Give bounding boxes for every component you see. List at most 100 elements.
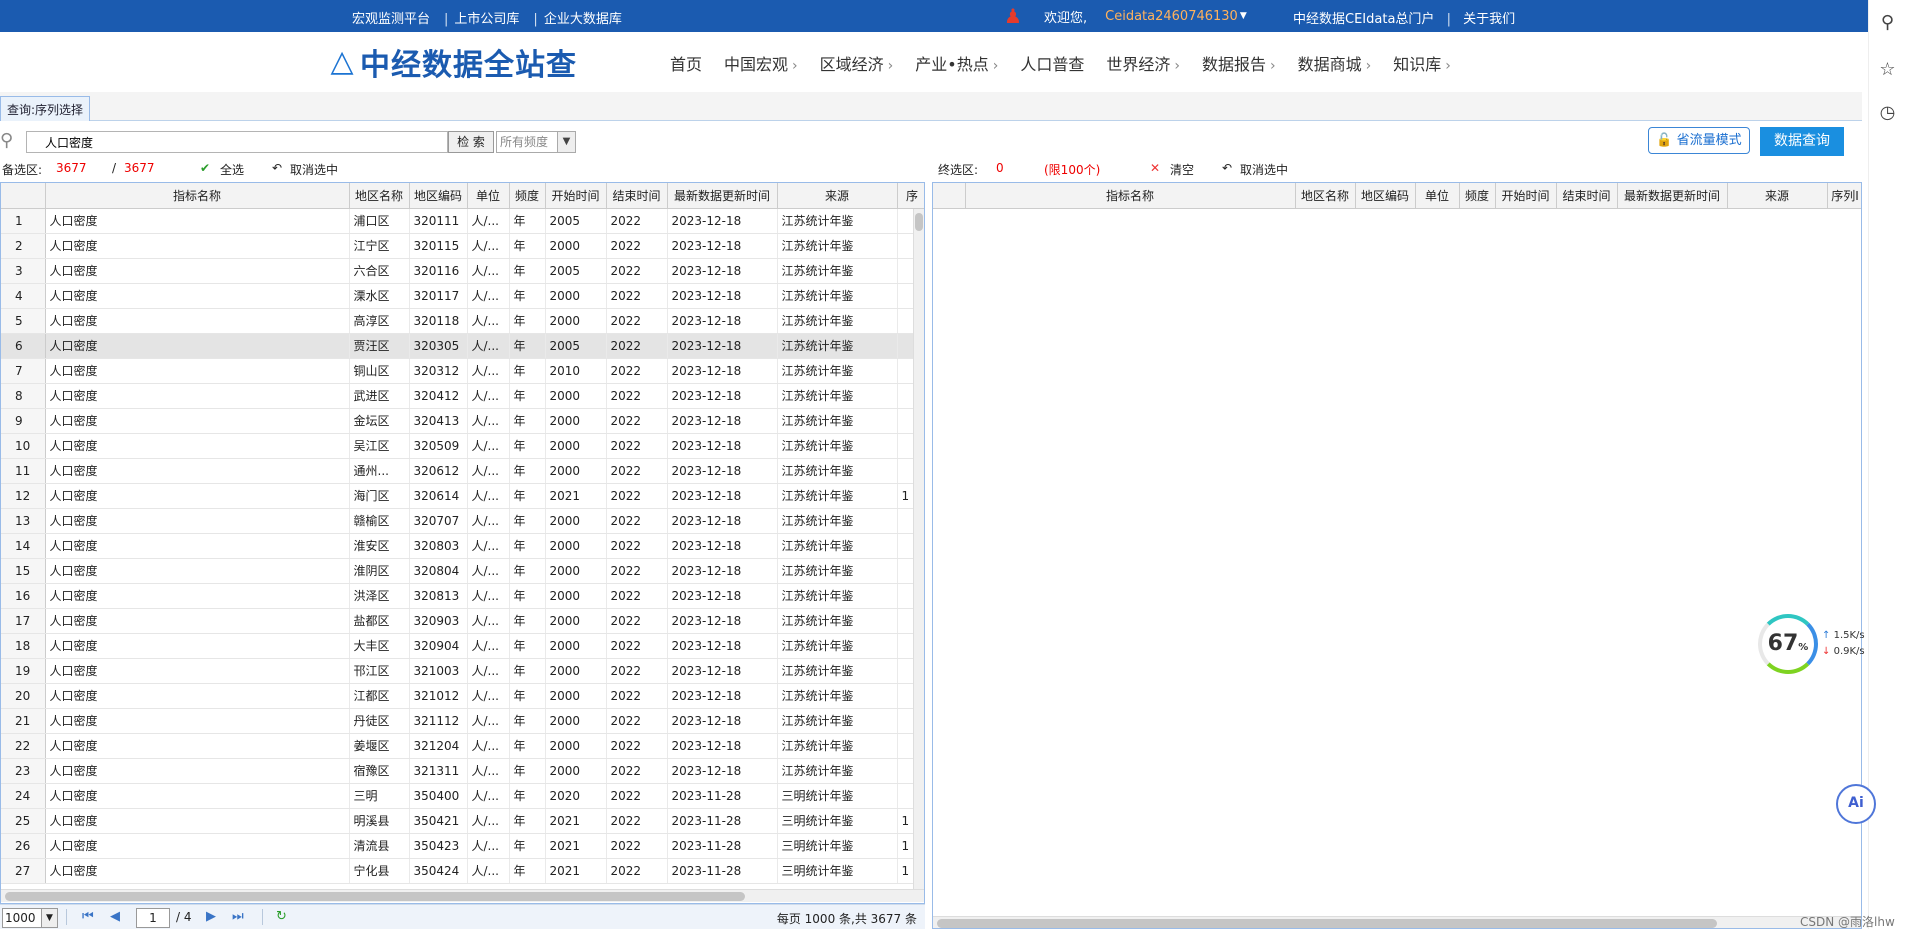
column-header[interactable]: 地区名称 — [1295, 183, 1356, 209]
column-header[interactable]: 频度 — [509, 183, 546, 209]
table-row[interactable]: 19 人口密度 邗江区 321003 人/... 年 2000 2022 2023-12-18 江… — [1, 658, 924, 684]
page-input[interactable]: 1 — [136, 908, 170, 928]
nav-item[interactable]: 知识库 › — [1393, 51, 1451, 75]
column-header[interactable]: 来源 — [777, 183, 898, 209]
horizontal-scrollbar[interactable] — [1, 889, 924, 902]
chevron-down-icon[interactable]: ▼ — [557, 132, 575, 152]
table-row[interactable]: 18 人口密度 大丰区 320904 人/... 年 2000 2022 2023-12-18 江… — [1, 633, 924, 659]
table-row[interactable]: 9 人口密度 金坛区 320413 人/... 年 2000 2022 2023-12-18 江苏… — [1, 408, 924, 434]
logo[interactable]: △ 中经数据全站查 — [324, 40, 577, 84]
column-header[interactable]: 地区名称 — [349, 183, 410, 209]
table-row[interactable]: 21 人口密度 丹徒区 321112 人/... 年 2000 2022 2023-12-18 江… — [1, 708, 924, 734]
username-dropdown[interactable]: Ceidata2460746130 — [1105, 9, 1238, 24]
nav-item[interactable]: 人口普查 — [1020, 51, 1084, 75]
first-page-icon[interactable]: ⏮ — [82, 909, 94, 924]
nav-item[interactable]: 产业•热点 › — [915, 51, 998, 75]
table-row[interactable]: 22 人口密度 姜堰区 321204 人/... 年 2000 2022 2023-12-18 江… — [1, 733, 924, 759]
column-header[interactable]: 结束时间 — [606, 183, 668, 209]
top-link[interactable]: 宏观监测平台 — [352, 12, 430, 27]
page-size-select[interactable]: 1000 ▼ — [2, 908, 58, 928]
table-row[interactable]: 26 人口密度 清流县 350423 人/... 年 2021 2022 2023-11-28 三… — [1, 833, 924, 859]
user-icon[interactable]: ♟ — [1000, 4, 1026, 28]
scroll-thumb[interactable] — [937, 919, 1717, 928]
unselect-final-button[interactable]: 取消选中 — [1240, 161, 1288, 178]
table-row[interactable]: 20 人口密度 江都区 321012 人/... 年 2000 2022 2023-12-18 江… — [1, 683, 924, 709]
vertical-scrollbar[interactable] — [913, 209, 924, 889]
select-all-button[interactable]: 全选 — [220, 161, 244, 178]
column-header[interactable] — [933, 183, 966, 209]
check-icon[interactable]: ✔ — [200, 161, 210, 175]
column-header[interactable]: 序列I — [1827, 183, 1861, 209]
column-header[interactable]: 指标名称 — [45, 183, 350, 209]
top-link[interactable]: 上市公司库 — [454, 12, 519, 27]
column-header[interactable]: 地区编码 — [1355, 183, 1416, 209]
scroll-thumb[interactable] — [915, 213, 923, 231]
column-header[interactable]: 地区编码 — [409, 183, 468, 209]
ai-assistant-button[interactable]: Ai — [1836, 784, 1876, 824]
table-row[interactable]: 17 人口密度 盐都区 320903 人/... 年 2000 2022 2023-12-18 江… — [1, 608, 924, 634]
search-icon[interactable]: ⚲ — [1869, 12, 1905, 33]
prev-page-icon[interactable]: ◀ — [110, 909, 120, 924]
column-header[interactable]: 最新数据更新时间 — [1617, 183, 1728, 209]
column-header[interactable]: 频度 — [1459, 183, 1496, 209]
table-row[interactable]: 12 人口密度 海门区 320614 人/... 年 2021 2022 2023-12-18 江… — [1, 483, 924, 509]
network-speed-widget[interactable]: 67% ↑ 1.5K/s ↓ 0.9K/s — [1758, 614, 1878, 678]
refresh-icon[interactable]: ↻ — [276, 909, 287, 924]
star-icon[interactable]: ☆ — [1869, 59, 1905, 80]
flow-mode-button[interactable]: 🔓 省流量模式 — [1648, 127, 1750, 154]
column-header[interactable]: 最新数据更新时间 — [667, 183, 778, 209]
table-row[interactable]: 4 人口密度 溧水区 320117 人/... 年 2000 2022 2023-12-18 江苏… — [1, 283, 924, 309]
close-icon[interactable]: ✕ — [1150, 161, 1160, 175]
column-header[interactable]: 开始时间 — [1495, 183, 1557, 209]
table-row[interactable]: 6 人口密度 贾汪区 320305 人/... 年 2005 2022 2023-12-18 江苏… — [1, 333, 924, 359]
table-row[interactable]: 27 人口密度 宁化县 350424 人/... 年 2021 2022 2023-11-28 三… — [1, 858, 924, 884]
portal-link[interactable]: 中经数据CEIdata总门户 — [1293, 12, 1434, 27]
table-row[interactable]: 24 人口密度 三明 350400 人/... 年 2020 2022 2023-11-28 三明… — [1, 783, 924, 809]
column-header[interactable]: 来源 — [1727, 183, 1828, 209]
table-row[interactable]: 10 人口密度 吴江区 320509 人/... 年 2000 2022 2023-12-18 江… — [1, 433, 924, 459]
horizontal-scrollbar[interactable] — [933, 916, 1861, 928]
column-header[interactable]: 结束时间 — [1556, 183, 1618, 209]
table-row[interactable]: 2 人口密度 江宁区 320115 人/... 年 2000 2022 2023-12-18 江苏… — [1, 233, 924, 259]
table-row[interactable]: 11 人口密度 通州... 320612 人/... 年 2000 2022 2023-12-1… — [1, 458, 924, 484]
query-button[interactable]: 数据查询 — [1760, 127, 1844, 156]
column-header[interactable]: 序 — [897, 183, 924, 209]
table-row[interactable]: 25 人口密度 明溪县 350421 人/... 年 2021 2022 2023-11-28 三… — [1, 808, 924, 834]
nav-item[interactable]: 数据商城 › — [1298, 51, 1372, 75]
table-row[interactable]: 8 人口密度 武进区 320412 人/... 年 2000 2022 2023-12-18 江苏… — [1, 383, 924, 409]
table-row[interactable]: 23 人口密度 宿豫区 321311 人/... 年 2000 2022 2023-12-18 江… — [1, 758, 924, 784]
search-input[interactable] — [26, 131, 448, 153]
column-header[interactable]: 开始时间 — [545, 183, 607, 209]
undo-icon[interactable]: ↶ — [1222, 161, 1232, 175]
table-row[interactable]: 5 人口密度 高淳区 320118 人/... 年 2000 2022 2023-12-18 江苏… — [1, 308, 924, 334]
nav-item[interactable]: 中国宏观 › — [724, 51, 798, 75]
scroll-thumb[interactable] — [5, 892, 745, 901]
chevron-down-icon[interactable]: ▼ — [41, 909, 57, 927]
column-header[interactable]: 单位 — [467, 183, 510, 209]
unselect-button[interactable]: 取消选中 — [290, 161, 338, 178]
clear-button[interactable]: 清空 — [1170, 161, 1194, 178]
table-row[interactable]: 14 人口密度 淮安区 320803 人/... 年 2000 2022 2023-12-18 江… — [1, 533, 924, 559]
about-link[interactable]: 关于我们 — [1463, 12, 1515, 27]
table-row[interactable]: 3 人口密度 六合区 320116 人/... 年 2005 2022 2023-12-18 江苏… — [1, 258, 924, 284]
top-link[interactable]: 企业大数据库 — [544, 12, 622, 27]
table-row[interactable]: 13 人口密度 赣榆区 320707 人/... 年 2000 2022 2023-12-18 江… — [1, 508, 924, 534]
nav-item[interactable]: 数据报告 › — [1202, 51, 1276, 75]
last-page-icon[interactable]: ⏭ — [232, 909, 244, 924]
frequency-select[interactable]: 所有频度 ▼ — [496, 131, 576, 153]
column-header[interactable] — [1, 183, 46, 209]
chevron-down-icon[interactable]: ▼ — [1240, 11, 1247, 21]
search-button[interactable]: 检 索 — [448, 131, 494, 153]
table-row[interactable]: 15 人口密度 淮阴区 320804 人/... 年 2000 2022 2023-12-18 江… — [1, 558, 924, 584]
table-row[interactable]: 16 人口密度 洪泽区 320813 人/... 年 2000 2022 2023-12-18 江… — [1, 583, 924, 609]
tab-series-select[interactable]: 查询:序列选择 — [0, 96, 91, 121]
undo-icon[interactable]: ↶ — [272, 161, 282, 175]
nav-item[interactable]: 首页 — [670, 51, 702, 75]
column-header[interactable]: 指标名称 — [965, 183, 1296, 209]
history-icon[interactable]: ◷ — [1869, 102, 1905, 123]
table-row[interactable]: 1 人口密度 浦口区 320111 人/... 年 2005 2022 2023-12-18 江苏… — [1, 208, 924, 234]
nav-item[interactable]: 世界经济 › — [1106, 51, 1180, 75]
next-page-icon[interactable]: ▶ — [206, 909, 216, 924]
column-header[interactable]: 单位 — [1415, 183, 1460, 209]
table-row[interactable]: 7 人口密度 铜山区 320312 人/... 年 2010 2022 2023-12-18 江苏… — [1, 358, 924, 384]
